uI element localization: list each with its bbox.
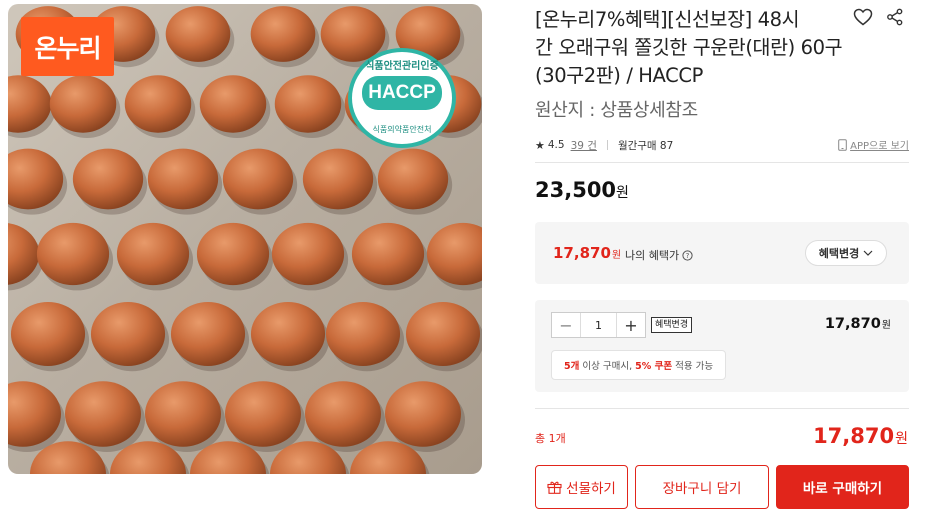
egg (124, 75, 192, 133)
benefit-price-unit: 원 (611, 250, 622, 261)
app-view-label: APP으로 보기 (850, 141, 909, 152)
monthly-sales: 월간구매 87 (617, 139, 674, 152)
star-icon: ★ (535, 138, 545, 152)
quantity-increase-button[interactable]: + (617, 313, 645, 337)
total-price-unit: 원 (895, 431, 908, 447)
price-unit: 원 (616, 185, 629, 201)
benefit-change-label: 혜택변경 (818, 247, 860, 260)
coupon-tip-text: 적용 가능 (672, 361, 714, 372)
haccp-main-text: HACCP (362, 76, 442, 110)
review-count-link[interactable]: 39 건 (571, 138, 597, 153)
option-box: − 1 + 혜택변경 17,870원 5개 이상 구매시, 5% 쿠폰 적용 가… (535, 300, 909, 392)
product-origin: 원산지 : 상품상세참조 (535, 100, 698, 121)
divider (535, 408, 909, 409)
benefit-label: 나의 혜택가 ? (625, 247, 693, 263)
coupon-tip-coupon: 5% 쿠폰 (635, 361, 673, 372)
benefit-change-button[interactable]: 혜택변경 (805, 240, 887, 266)
coupon-tip-count: 5개 (564, 361, 580, 372)
egg (426, 222, 482, 286)
product-image: 온누리 식품안전관리인증 HACCP 식품의약품안전처 (8, 4, 482, 474)
option-price: 17,870원 (825, 316, 891, 332)
benefit-label-text: 나의 혜택가 (625, 249, 680, 262)
egg (377, 148, 449, 210)
product-title: [온누리7%혜택][신선보장] 48시 간 오래구워 쫄깃한 구운란(대란) 6… (535, 6, 855, 90)
haccp-top-text: 식품안전관리인증 (365, 61, 439, 72)
gift-button-label: 선물하기 (566, 481, 616, 497)
option-price-unit: 원 (881, 320, 891, 331)
total-price: 17,870원 (813, 424, 908, 448)
egg (325, 302, 401, 366)
total-count: 총 1개 (535, 432, 566, 445)
coupon-tip-text: 이상 구매시, (579, 361, 636, 372)
gift-icon (547, 481, 562, 494)
egg (36, 222, 110, 286)
haccp-bottom-text: 식품의약품안전처 (372, 125, 432, 134)
egg (10, 302, 86, 366)
egg (225, 381, 301, 447)
quantity-decrease-button[interactable]: − (552, 313, 580, 337)
product-title-line: (30구2판) / HACCP (535, 64, 703, 87)
rating-score: 4.5 (547, 139, 565, 151)
help-icon[interactable]: ? (682, 249, 693, 261)
benefit-box: 17,870원 나의 혜택가 ? 혜택변경 (535, 222, 909, 284)
app-view-link[interactable]: APP으로 보기 (838, 137, 909, 152)
mobile-icon (838, 138, 847, 151)
onnuri-logo-text: 온누리 (34, 33, 101, 63)
egg (199, 75, 267, 133)
egg (222, 148, 294, 210)
price-value: 23,500 (535, 178, 617, 202)
share-button[interactable] (884, 6, 906, 28)
egg (116, 222, 190, 286)
gift-button[interactable]: 선물하기 (535, 465, 628, 509)
egg (165, 6, 231, 62)
total-price-value: 17,870 (813, 424, 895, 448)
wishlist-button[interactable] (852, 6, 874, 28)
heart-icon (853, 8, 873, 26)
add-to-cart-button[interactable]: 장바구니 담기 (635, 465, 769, 509)
egg (145, 381, 221, 447)
option-price-value: 17,870 (824, 316, 881, 332)
egg (250, 302, 326, 366)
egg (147, 148, 219, 210)
egg (385, 381, 461, 447)
onnuri-logo: 온누리 (21, 17, 114, 76)
egg (302, 148, 374, 210)
svg-text:?: ? (686, 252, 690, 260)
egg (305, 381, 381, 447)
quantity-input[interactable]: 1 (580, 313, 617, 337)
rating-separator (606, 140, 608, 150)
rating-row: ★ 4.5 39 건 월간구매 87 APP으로 보기 (535, 136, 909, 154)
benefit-price-value: 17,870 (553, 244, 611, 262)
product-title-line: [온누리7%혜택][신선보장] 48시 (535, 8, 800, 31)
product-title-line: 간 오래구워 쫄깃한 구운란(대란) 60구 (535, 36, 843, 59)
egg (196, 222, 270, 286)
egg (405, 302, 481, 366)
original-price: 23,500원 (535, 178, 629, 202)
share-icon (887, 8, 903, 26)
egg (72, 148, 144, 210)
egg (271, 222, 345, 286)
chevron-down-icon (863, 250, 873, 256)
coupon-tooltip: 5개 이상 구매시, 5% 쿠폰 적용 가능 (551, 350, 727, 380)
egg (351, 222, 425, 286)
egg (250, 6, 316, 62)
quantity-stepper: − 1 + (551, 312, 646, 338)
egg (65, 381, 141, 447)
egg (170, 302, 246, 366)
haccp-badge: 식품안전관리인증 HACCP 식품의약품안전처 (348, 48, 456, 148)
option-benefit-change-button[interactable]: 혜택변경 (651, 317, 693, 333)
buy-now-button[interactable]: 바로 구매하기 (776, 465, 909, 509)
divider (535, 162, 909, 163)
egg (90, 302, 166, 366)
egg (274, 75, 342, 133)
benefit-price: 17,870원 (553, 244, 621, 262)
egg (49, 75, 117, 133)
